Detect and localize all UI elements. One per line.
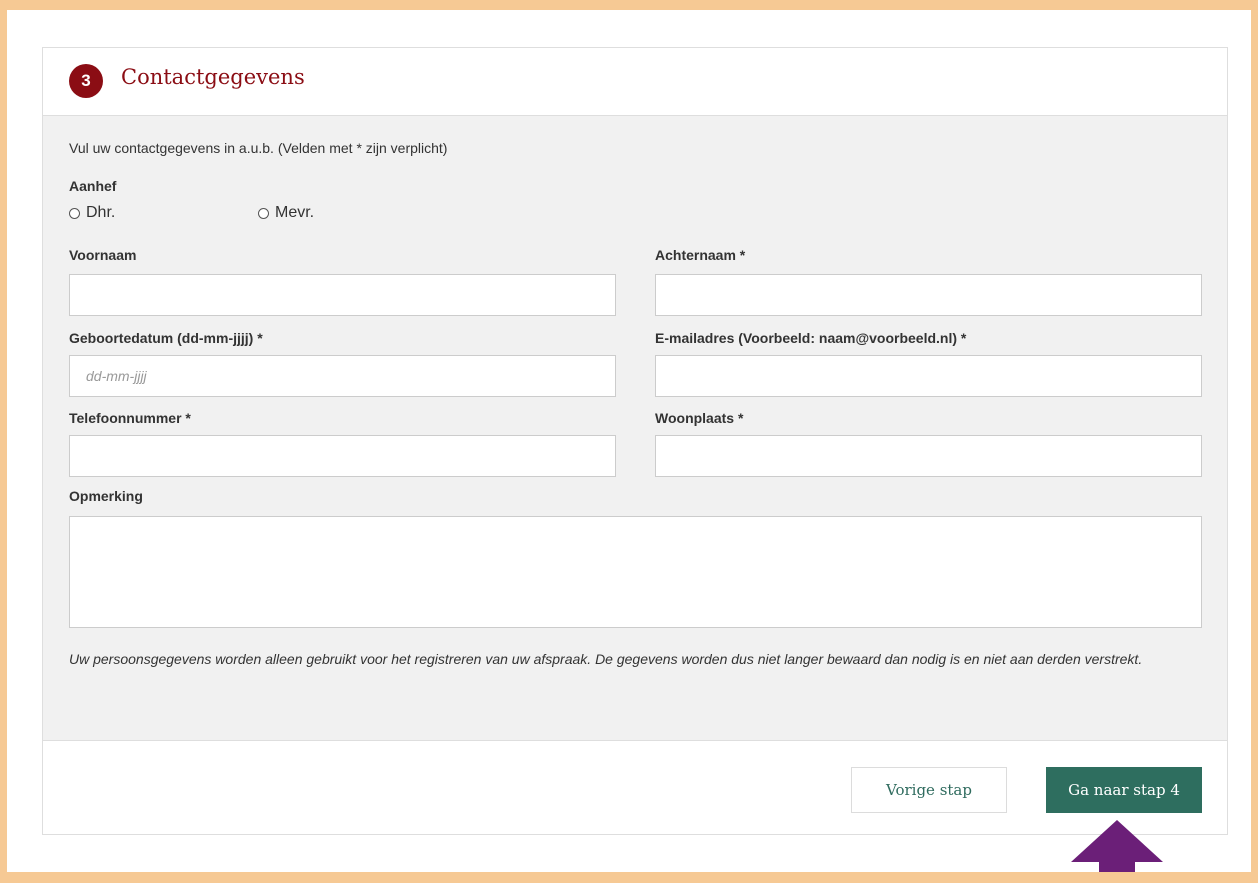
email-label: E-mailadres (Voorbeeld: naam@voorbeeld.n… bbox=[655, 330, 967, 346]
radio-button[interactable] bbox=[258, 207, 269, 219]
contact-step-card: 3 Contactgegevens Vul uw contactgegevens… bbox=[42, 47, 1228, 835]
form-intro: Vul uw contactgegevens in a.u.b. (Velden… bbox=[69, 140, 448, 156]
city-input[interactable] bbox=[655, 435, 1202, 477]
step-title: Contactgegevens bbox=[121, 65, 305, 89]
firstname-input[interactable] bbox=[69, 274, 616, 316]
birthdate-input[interactable] bbox=[69, 355, 616, 397]
email-input[interactable] bbox=[655, 355, 1202, 397]
privacy-note: Uw persoonsgegevens worden alleen gebrui… bbox=[69, 651, 1143, 667]
radio-button[interactable] bbox=[69, 207, 80, 219]
next-step-button[interactable]: Ga naar stap 4 bbox=[1046, 767, 1202, 813]
radio-label: Mevr. bbox=[275, 204, 315, 221]
city-label: Woonplaats * bbox=[655, 410, 744, 426]
phone-label: Telefoonnummer * bbox=[69, 410, 191, 426]
salutation-label: Aanhef bbox=[69, 178, 117, 194]
lastname-input[interactable] bbox=[655, 274, 1202, 316]
remark-label: Opmerking bbox=[69, 488, 143, 504]
remark-textarea[interactable] bbox=[69, 516, 1202, 628]
birthdate-label: Geboortedatum (dd-mm-jjjj) * bbox=[69, 330, 263, 346]
annotation-arrow-icon bbox=[1071, 820, 1163, 872]
radio-label: Dhr. bbox=[86, 204, 116, 221]
radio-mevr[interactable]: Mevr. bbox=[258, 204, 314, 222]
lastname-label: Achternaam * bbox=[655, 247, 746, 263]
phone-input[interactable] bbox=[69, 435, 616, 477]
card-header: 3 Contactgegevens bbox=[43, 48, 1227, 116]
firstname-label: Voornaam bbox=[69, 247, 137, 263]
previous-step-button[interactable]: Vorige stap bbox=[851, 767, 1007, 813]
radio-dhr[interactable]: Dhr. bbox=[69, 204, 115, 222]
arrow-shape bbox=[1071, 820, 1163, 872]
step-number-badge: 3 bbox=[69, 64, 103, 98]
